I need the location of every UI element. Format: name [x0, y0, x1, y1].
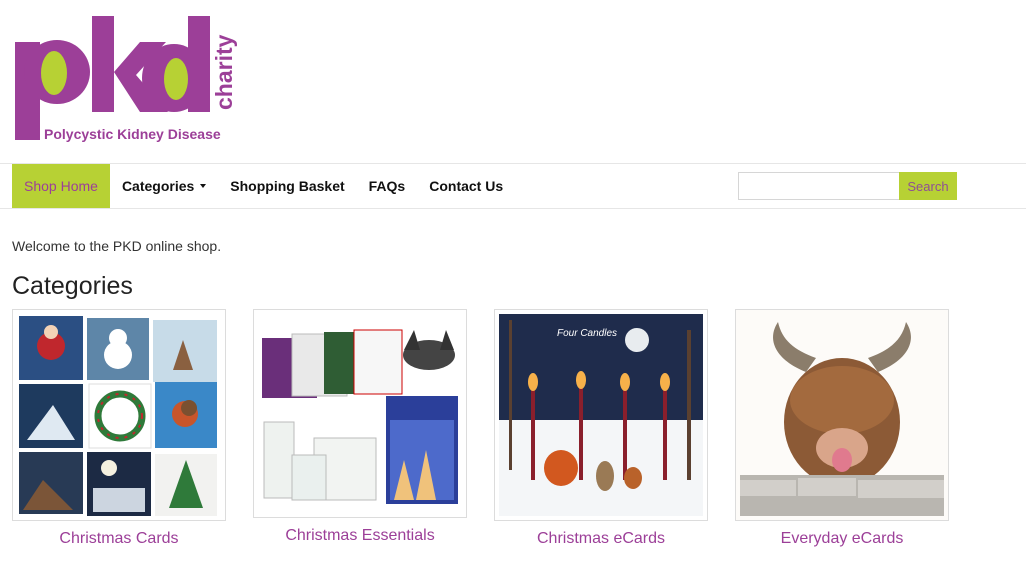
- christmas-cards-image[interactable]: [12, 309, 226, 521]
- caret-down-icon: [200, 184, 207, 188]
- category-card-christmas-cards[interactable]: Christmas Cards: [12, 309, 226, 548]
- category-label-christmas-cards[interactable]: Christmas Cards: [12, 530, 226, 548]
- nav-categories-label: Categories: [121, 178, 195, 194]
- nav-faqs[interactable]: FAQs: [357, 164, 418, 208]
- categories-heading: Categories: [12, 272, 133, 300]
- main-navbar: Shop Home Categories Shopping Basket FAQ…: [0, 163, 1026, 209]
- category-label-everyday-ecards[interactable]: Everyday eCards: [735, 530, 949, 548]
- nav-contact-us-label: Contact Us: [429, 178, 504, 194]
- search-form: Search: [738, 172, 957, 200]
- nav-categories-dropdown[interactable]: Categories: [110, 164, 218, 208]
- category-card-christmas-essentials[interactable]: Christmas Essentials: [253, 309, 467, 545]
- welcome-text: Welcome to the PKD online shop.: [12, 238, 222, 254]
- four-candles-image-text: Four Candles: [557, 328, 617, 339]
- category-label-christmas-essentials[interactable]: Christmas Essentials: [253, 527, 467, 545]
- logo-tagline: Polycystic Kidney Disease: [44, 126, 221, 142]
- nav-shop-home[interactable]: Shop Home: [12, 164, 110, 208]
- category-card-christmas-ecards[interactable]: Four Candles Christmas eCards: [494, 309, 708, 548]
- search-button[interactable]: Search: [899, 172, 957, 200]
- category-label-christmas-ecards[interactable]: Christmas eCards: [494, 530, 708, 548]
- everyday-ecards-image[interactable]: [735, 309, 949, 521]
- pkd-charity-logo[interactable]: charity Polycystic Kidney Disease: [12, 12, 242, 148]
- nav-faqs-label: FAQs: [368, 178, 406, 194]
- category-card-everyday-ecards[interactable]: Everyday eCards: [735, 309, 949, 548]
- christmas-essentials-image[interactable]: [253, 309, 467, 518]
- search-input[interactable]: [738, 172, 899, 200]
- nav-contact-us[interactable]: Contact Us: [417, 164, 515, 208]
- christmas-ecards-image[interactable]: Four Candles: [494, 309, 708, 521]
- logo-side-text: charity: [211, 34, 237, 110]
- nav-shopping-basket[interactable]: Shopping Basket: [218, 164, 356, 208]
- nav-shopping-basket-label: Shopping Basket: [230, 178, 345, 194]
- nav-shop-home-label: Shop Home: [24, 178, 98, 194]
